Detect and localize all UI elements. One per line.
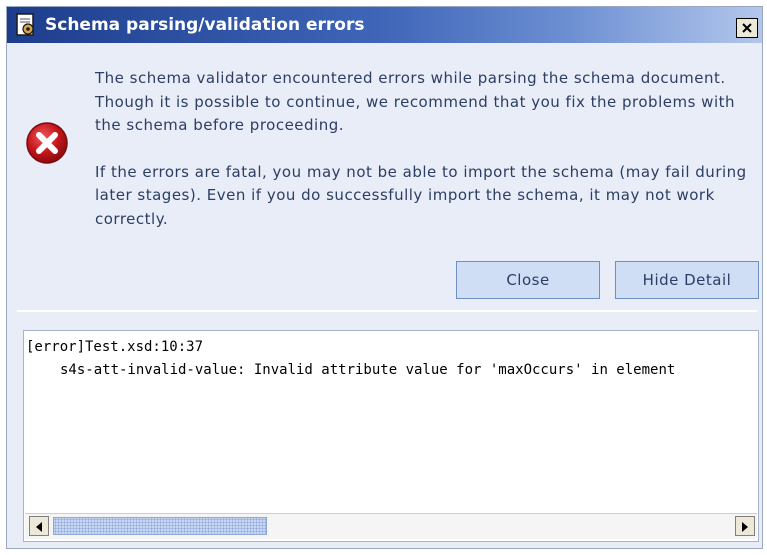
scroll-left-button[interactable] (29, 516, 49, 536)
close-icon (741, 19, 753, 38)
scrollbar-thumb[interactable] (53, 517, 267, 535)
message-paragraph-1: The schema validator encountered errors … (95, 69, 735, 134)
error-dialog: Schema parsing/validation errors The sch… (6, 6, 763, 549)
scroll-right-button[interactable] (735, 516, 755, 536)
error-detail-panel[interactable]: [error]Test.xsd:10:37 s4s-att-invalid-va… (23, 330, 759, 542)
error-description: s4s-att-invalid-value: Invalid attribute… (60, 362, 676, 378)
error-message: The schema validator encountered errors … (95, 67, 761, 231)
close-button[interactable]: Close (456, 261, 600, 299)
title-bar[interactable]: Schema parsing/validation errors (7, 7, 762, 43)
hide-detail-button[interactable]: Hide Detail (615, 261, 759, 299)
arrow-left-icon (35, 517, 43, 536)
error-location: [error]Test.xsd:10:37 (26, 339, 204, 355)
error-icon (25, 121, 69, 165)
window-close-button[interactable] (736, 18, 758, 38)
arrow-right-icon (741, 517, 749, 536)
horizontal-scrollbar[interactable] (25, 513, 757, 539)
window-title: Schema parsing/validation errors (45, 15, 365, 35)
message-paragraph-2: If the errors are fatal, you may not be … (95, 162, 747, 228)
divider (17, 310, 757, 312)
document-gear-icon (15, 13, 37, 37)
